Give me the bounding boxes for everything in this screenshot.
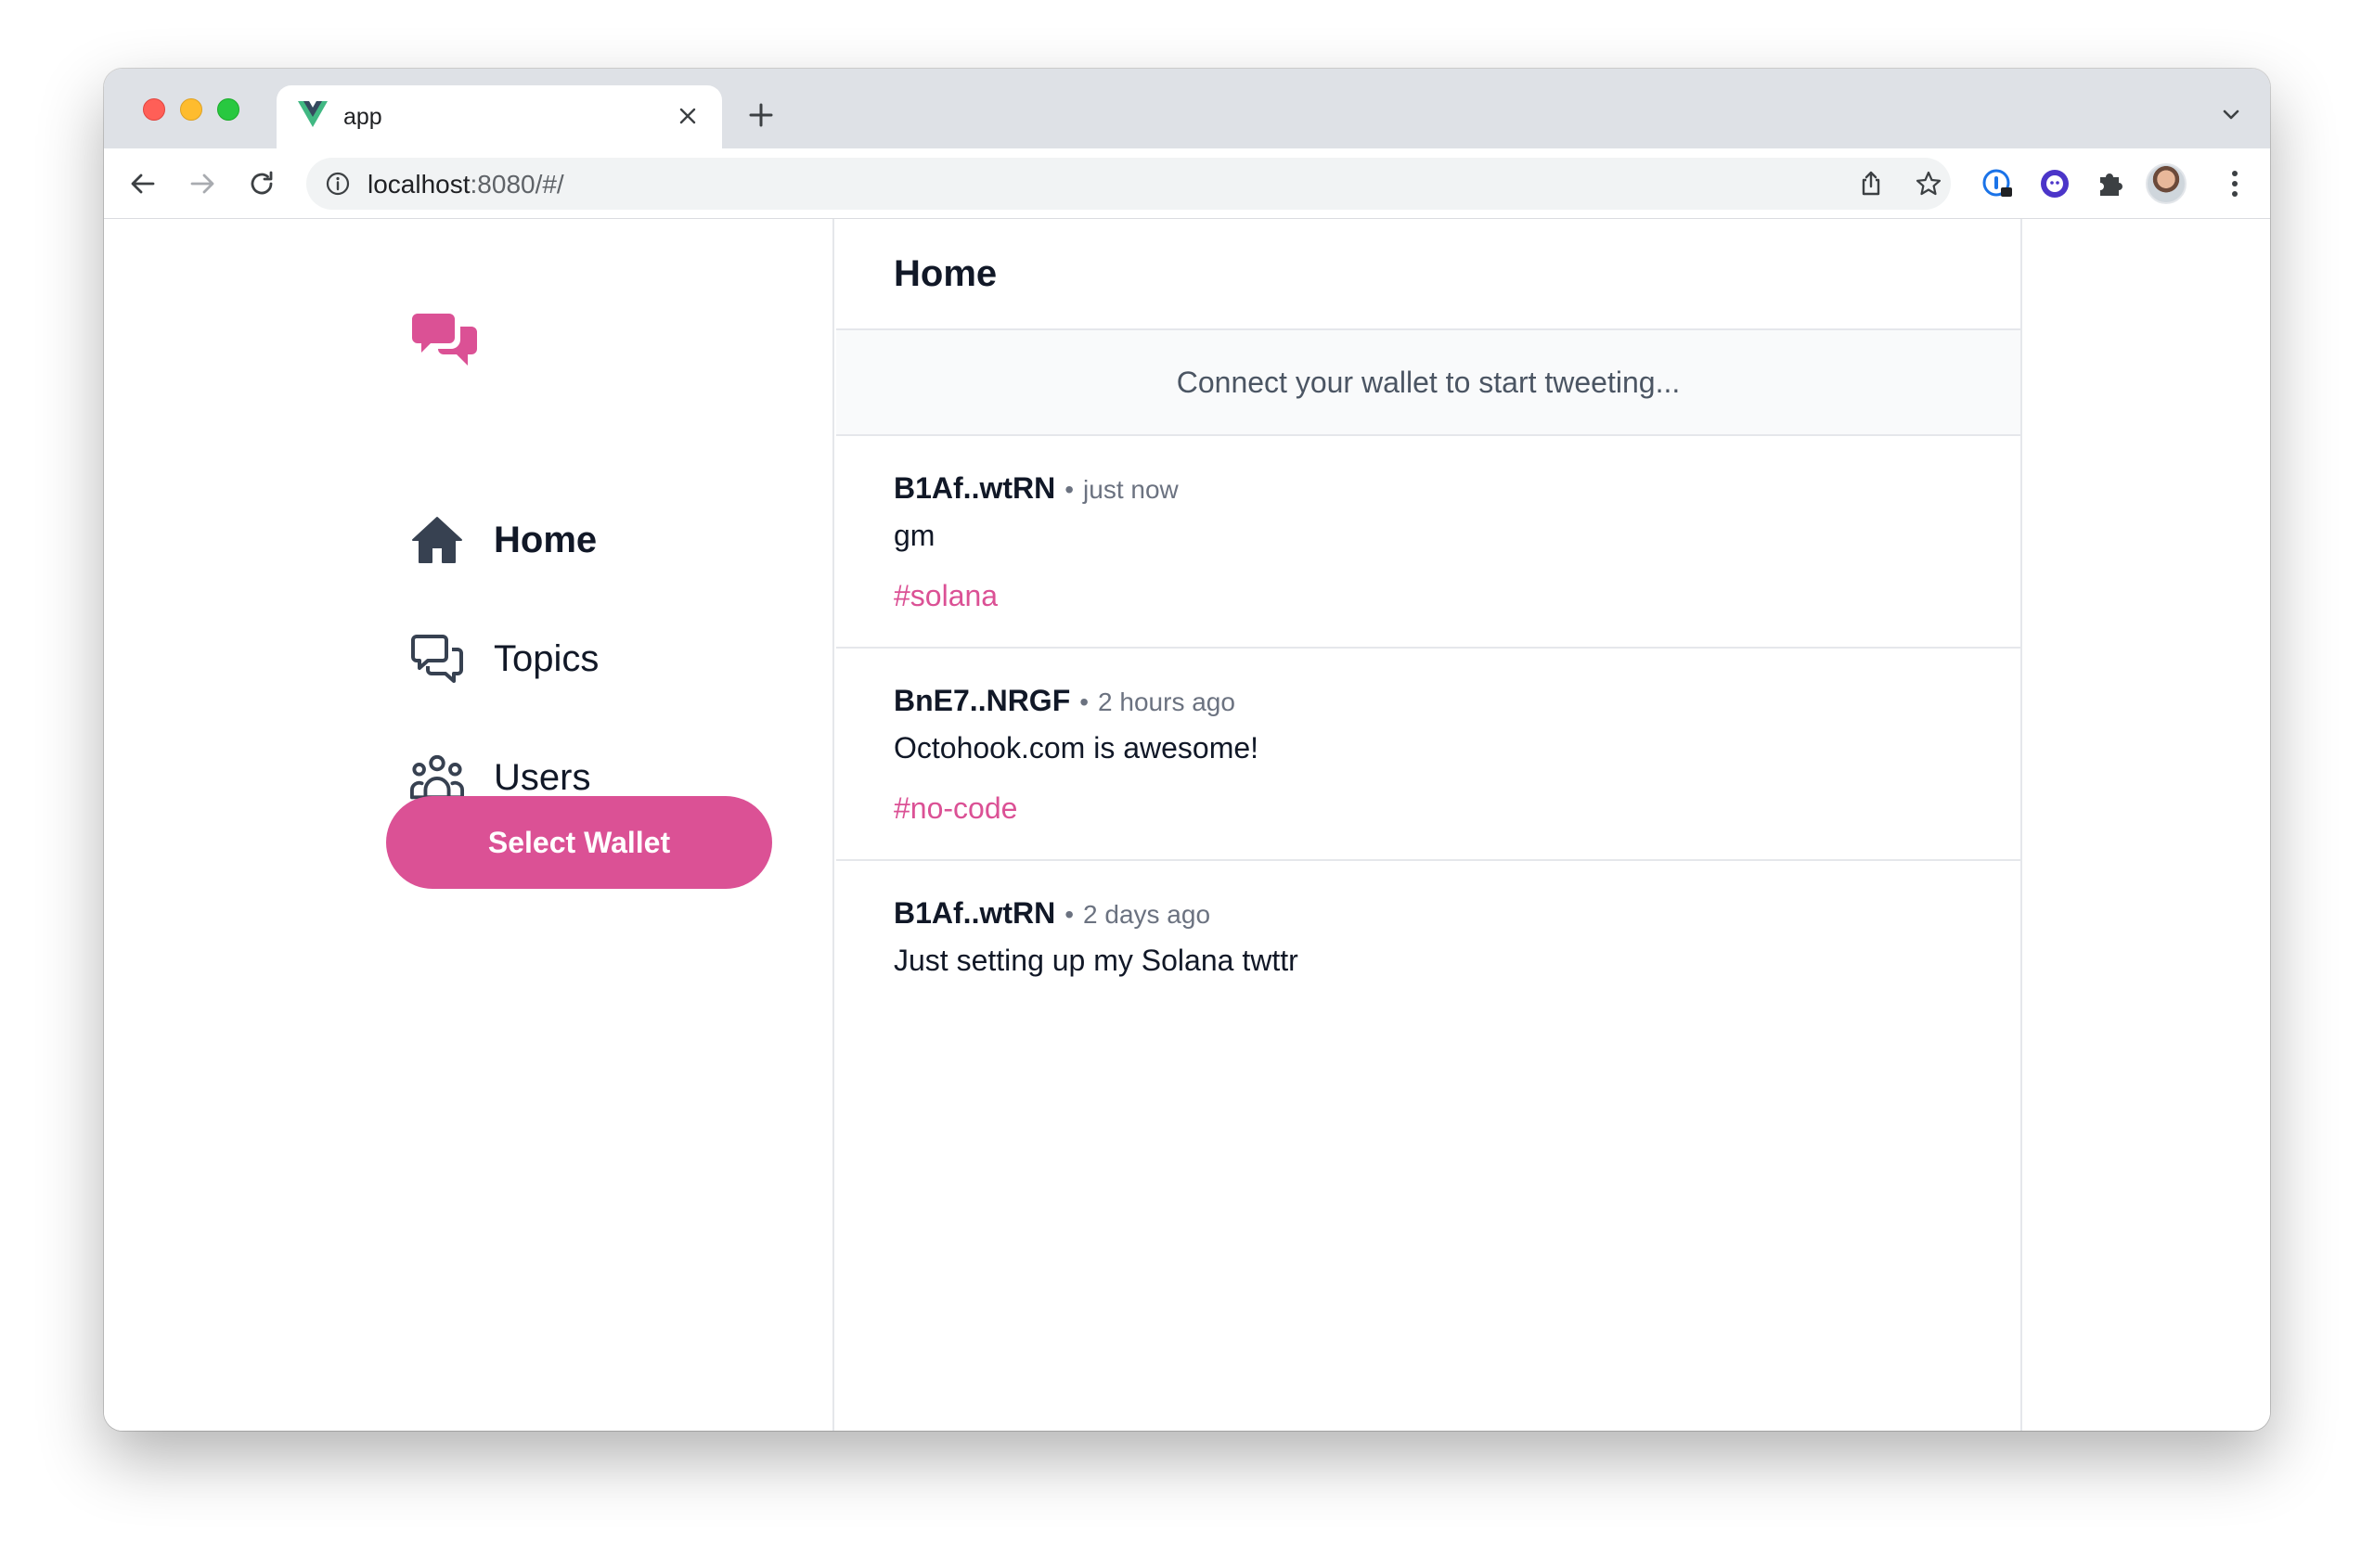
forward-button[interactable] — [184, 165, 221, 202]
separator-dot: • — [1079, 688, 1090, 716]
tweet-card: B1Af..wtRN • just now gm #solana — [836, 436, 2020, 649]
wallet-extension[interactable] — [2036, 165, 2073, 202]
more-vertical-icon — [2232, 171, 2238, 197]
separator-dot: • — [1064, 475, 1075, 504]
url-host: localhost — [368, 170, 471, 199]
separator-dot: • — [1064, 900, 1075, 929]
close-icon — [679, 108, 696, 124]
browser-tab[interactable]: app — [277, 85, 722, 148]
extensions-button[interactable] — [2092, 165, 2129, 202]
chevron-down-icon[interactable] — [2218, 102, 2244, 128]
app-page: Home Topics Users Select Wallet Home Con… — [104, 219, 2270, 1431]
browser-menu-button[interactable] — [2216, 165, 2253, 202]
tab-bar: app — [104, 69, 2270, 148]
maximize-window-button[interactable] — [217, 98, 239, 121]
tweet-timestamp[interactable]: 2 hours ago — [1098, 688, 1235, 717]
tweet-topic-link[interactable]: #no-code — [894, 791, 1017, 826]
url-text: localhost:8080/#/ — [368, 170, 564, 199]
tweet-card: B1Af..wtRN • 2 days ago Just setting up … — [836, 861, 2020, 1011]
share-icon[interactable] — [1856, 169, 1886, 199]
tweet-content: Just setting up my Solana twttr — [894, 944, 1298, 977]
tweet-content: gm — [894, 519, 935, 552]
bookmark-star-icon[interactable] — [1914, 169, 1943, 199]
sidebar-item-label: Home — [494, 519, 598, 560]
reload-icon — [251, 171, 273, 195]
tab-title: app — [343, 104, 382, 130]
sidebar-item-home[interactable]: Home — [410, 510, 597, 570]
chat-bubbles-icon[interactable] — [412, 308, 477, 369]
password-manager-extension[interactable] — [1979, 165, 2016, 202]
sidebar-item-label: Topics — [494, 637, 600, 679]
info-icon[interactable] — [325, 171, 351, 197]
page-title: Home — [894, 252, 998, 294]
browser-window: app localhost:8080/#/ Home Topics Users … — [104, 69, 2270, 1431]
tweet-author-link[interactable]: B1Af..wtRN — [894, 896, 1055, 931]
new-tab-button[interactable] — [742, 96, 780, 134]
phantom-icon — [2041, 170, 2069, 198]
tweet-topic-link[interactable]: #solana — [894, 579, 998, 613]
tweet-author-link[interactable]: BnE7..NRGF — [894, 684, 1070, 718]
tweet-card: BnE7..NRGF • 2 hours ago Octohook.com is… — [836, 649, 2020, 861]
tweet-meta: BnE7..NRGF • 2 hours ago — [894, 684, 1963, 718]
home-icon — [410, 513, 464, 567]
close-tab-button[interactable] — [672, 100, 703, 132]
arrow-right-icon — [190, 174, 214, 194]
main-feed: Home Connect your wallet to start tweeti… — [836, 219, 2022, 1431]
tweet-meta: B1Af..wtRN • 2 days ago — [894, 896, 1963, 931]
sidebar-item-topics[interactable]: Topics — [410, 629, 599, 688]
tweet-author-link[interactable]: B1Af..wtRN — [894, 471, 1055, 506]
sidebar: Home Topics Users Select Wallet — [104, 219, 834, 1431]
address-bar[interactable]: localhost:8080/#/ — [306, 158, 1951, 210]
vue-logo-icon — [298, 101, 328, 127]
chat-alt-icon — [410, 632, 464, 686]
feed-header: Home — [836, 219, 2020, 330]
browser-toolbar: localhost:8080/#/ — [104, 148, 2270, 219]
tweet-timestamp[interactable]: just now — [1083, 475, 1179, 505]
profile-avatar[interactable] — [2146, 163, 2187, 204]
minimize-window-button[interactable] — [180, 98, 202, 121]
back-button[interactable] — [124, 165, 161, 202]
reload-button[interactable] — [243, 165, 280, 202]
tweet-timestamp[interactable]: 2 days ago — [1083, 900, 1210, 930]
select-wallet-button[interactable]: Select Wallet — [386, 796, 772, 889]
plus-icon — [749, 103, 773, 127]
arrow-left-icon — [131, 174, 155, 194]
sidebar-item-label: Users — [494, 756, 591, 798]
close-window-button[interactable] — [143, 98, 165, 121]
url-path: :8080/#/ — [470, 170, 564, 199]
tweet-meta: B1Af..wtRN • just now — [894, 471, 1963, 506]
connect-wallet-banner: Connect your wallet to start tweeting... — [836, 330, 2020, 436]
tweet-content: Octohook.com is awesome! — [894, 731, 1259, 765]
puzzle-icon — [2100, 174, 2122, 196]
onepassword-icon — [1982, 169, 2012, 197]
